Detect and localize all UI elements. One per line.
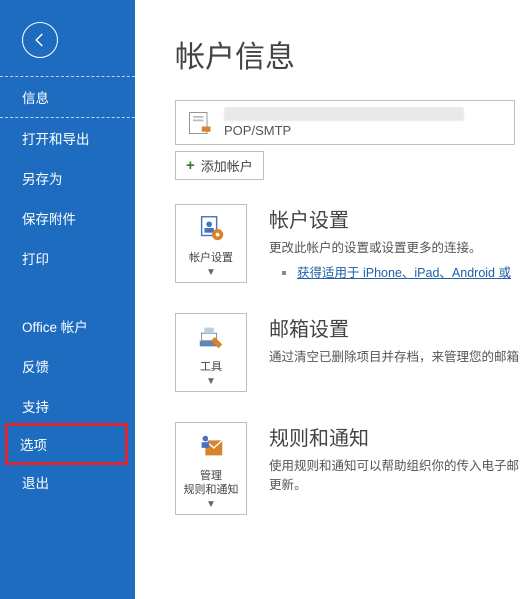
section-heading: 规则和通知	[269, 422, 523, 451]
section-mailbox-settings: 工具 ▼ 邮箱设置 通过清空已删除项目并存档，来管理您的邮箱	[175, 313, 523, 392]
account-email-redacted	[224, 107, 464, 121]
tile-tools[interactable]: 工具 ▼	[175, 313, 247, 392]
sidebar-item-exit[interactable]: 退出	[0, 462, 135, 502]
main-panel: 帐户信息 POP/SMTP + 添加帐户 帐户设置 ▼ 帐户设置 更改此帐户的设	[135, 0, 523, 599]
sidebar-item-print[interactable]: 打印	[0, 238, 135, 278]
sidebar-item-info[interactable]: 信息	[0, 76, 135, 118]
section-desc: 使用规则和通知可以帮助组织你的传入电子邮更新。	[269, 457, 523, 495]
arrow-left-icon	[31, 31, 49, 49]
tile-account-settings[interactable]: 帐户设置 ▼	[175, 204, 247, 283]
sidebar-item-support[interactable]: 支持	[0, 386, 135, 426]
chevron-down-icon: ▼	[180, 499, 242, 510]
backstage-sidebar: 信息 打开和导出 另存为 保存附件 打印 Office 帐户 反馈 支持 选项 …	[0, 0, 135, 599]
section-account-settings: 帐户设置 ▼ 帐户设置 更改此帐户的设置或设置更多的连接。 获得适用于 iPho…	[175, 204, 523, 283]
tools-icon	[196, 322, 226, 352]
page-title: 帐户信息	[175, 32, 523, 76]
account-selector[interactable]: POP/SMTP	[175, 100, 515, 145]
section-desc: 更改此帐户的设置或设置更多的连接。	[269, 239, 523, 258]
tile-manage-rules[interactable]: 管理 规则和通知 ▼	[175, 422, 247, 514]
sidebar-item-options[interactable]: 选项	[8, 426, 125, 462]
chevron-down-icon: ▼	[180, 376, 242, 387]
section-rules-alerts: 管理 规则和通知 ▼ 规则和通知 使用规则和通知可以帮助组织你的传入电子邮更新。	[175, 422, 523, 514]
rules-alerts-icon	[196, 431, 226, 461]
sidebar-item-save-attachments[interactable]: 保存附件	[0, 198, 135, 238]
add-account-label: 添加帐户	[201, 156, 253, 175]
tile-label: 工具	[180, 361, 242, 374]
account-type: POP/SMTP	[224, 123, 464, 138]
chevron-down-icon: ▼	[180, 267, 242, 278]
add-account-button[interactable]: + 添加帐户	[175, 151, 264, 180]
sidebar-item-feedback[interactable]: 反馈	[0, 346, 135, 386]
section-heading: 帐户设置	[269, 204, 523, 233]
tile-label: 管理 规则和通知	[180, 470, 242, 496]
section-desc: 通过清空已删除项目并存档，来管理您的邮箱	[269, 348, 523, 367]
back-button[interactable]	[22, 22, 58, 58]
section-heading: 邮箱设置	[269, 313, 523, 342]
account-icon	[186, 109, 214, 137]
sidebar-item-office-account[interactable]: Office 帐户	[0, 306, 135, 346]
sidebar-item-save-as[interactable]: 另存为	[0, 158, 135, 198]
sidebar-item-open-export[interactable]: 打开和导出	[0, 118, 135, 158]
tile-label: 帐户设置	[180, 252, 242, 265]
plus-icon: +	[186, 157, 195, 174]
mobile-apps-link[interactable]: 获得适用于 iPhone、iPad、Android 或	[297, 266, 511, 280]
account-settings-icon	[196, 213, 226, 243]
